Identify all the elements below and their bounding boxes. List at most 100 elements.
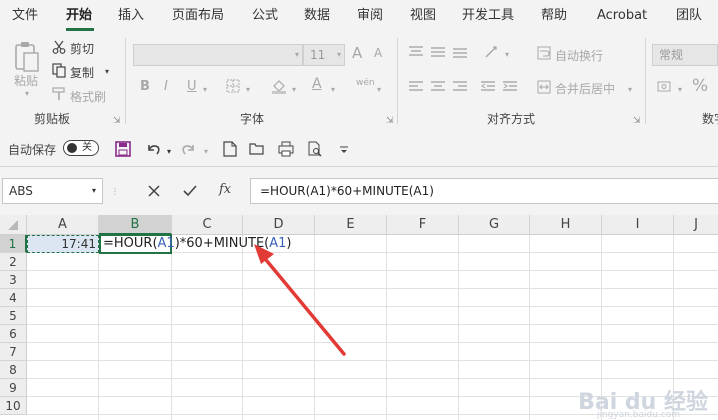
tab-review[interactable]: 审阅 bbox=[357, 0, 383, 32]
accounting-chevron-icon[interactable]: ▾ bbox=[675, 84, 685, 94]
merge-center-icon[interactable] bbox=[536, 79, 552, 95]
italic-button[interactable]: I bbox=[164, 79, 168, 94]
row-header-3[interactable]: 3 bbox=[0, 271, 27, 289]
borders-icon[interactable] bbox=[225, 78, 241, 94]
column-header-i[interactable]: I bbox=[602, 215, 674, 235]
shrink-font-button[interactable]: A bbox=[374, 46, 382, 60]
align-center-icon[interactable] bbox=[430, 79, 446, 95]
customize-qat-icon[interactable] bbox=[337, 143, 351, 157]
clipboard-launcher-icon[interactable]: ⇲ bbox=[113, 116, 121, 126]
column-header-e[interactable]: E bbox=[315, 215, 387, 235]
tab-file[interactable]: 文件 bbox=[12, 0, 38, 32]
pinyin-chevron-icon[interactable]: ▾ bbox=[374, 84, 384, 94]
new-file-icon[interactable] bbox=[222, 140, 238, 158]
cell-a1[interactable]: 17:41 bbox=[27, 235, 99, 253]
group-divider bbox=[125, 38, 126, 124]
row-header-5[interactable]: 5 bbox=[0, 307, 27, 325]
borders-chevron-icon[interactable]: ▾ bbox=[243, 84, 253, 94]
bold-button[interactable]: B bbox=[140, 79, 150, 94]
tab-page-layout[interactable]: 页面布局 bbox=[172, 0, 224, 32]
merge-chevron-icon[interactable]: ▾ bbox=[625, 84, 635, 94]
merge-center-button[interactable]: 合并后居中 bbox=[555, 80, 615, 97]
tab-developer[interactable]: 开发工具 bbox=[462, 0, 514, 32]
cancel-icon[interactable] bbox=[144, 181, 164, 201]
align-bottom-icon[interactable] bbox=[452, 44, 468, 60]
insert-function-button[interactable]: fx bbox=[219, 182, 231, 197]
font-color-chevron-icon[interactable]: ▾ bbox=[328, 84, 338, 94]
underline-chevron-icon[interactable]: ▾ bbox=[200, 84, 210, 94]
row-header-9[interactable]: 9 bbox=[0, 379, 27, 397]
copy-button[interactable]: 复制 bbox=[70, 64, 94, 81]
underline-button[interactable]: U bbox=[187, 79, 197, 94]
copy-icon bbox=[52, 62, 66, 78]
orientation-icon[interactable] bbox=[483, 43, 501, 61]
formula-input[interactable]: =HOUR(A1)*60+MINUTE(A1) bbox=[250, 178, 718, 204]
name-box-chevron-icon[interactable]: ▾ bbox=[89, 185, 99, 195]
orientation-chevron-icon[interactable]: ▾ bbox=[502, 49, 512, 59]
clipboard-group-label: 剪贴板 bbox=[34, 112, 71, 126]
number-format-dropdown[interactable]: 常规 bbox=[652, 44, 718, 66]
row-header-6[interactable]: 6 bbox=[0, 325, 27, 343]
paste-button[interactable]: 粘贴 bbox=[14, 72, 38, 89]
paste-icon[interactable] bbox=[12, 40, 42, 74]
format-painter-button[interactable]: 格式刷 bbox=[70, 88, 106, 105]
tab-help[interactable]: 帮助 bbox=[541, 0, 567, 32]
align-left-icon[interactable] bbox=[408, 79, 424, 95]
fill-color-icon[interactable] bbox=[271, 78, 287, 94]
column-header-g[interactable]: G bbox=[459, 215, 530, 235]
align-middle-icon[interactable] bbox=[430, 44, 446, 60]
chevron-down-icon[interactable]: ▾ bbox=[22, 88, 32, 98]
print-icon[interactable] bbox=[277, 140, 295, 158]
row-header-10[interactable]: 10 bbox=[0, 397, 27, 415]
percent-button[interactable]: % bbox=[692, 76, 708, 96]
tab-team[interactable]: 团队 bbox=[676, 0, 702, 32]
name-box[interactable]: ABS bbox=[2, 178, 103, 204]
column-header-b[interactable]: B bbox=[99, 215, 172, 235]
tab-view[interactable]: 视图 bbox=[410, 0, 436, 32]
column-header-c[interactable]: C bbox=[172, 215, 243, 235]
open-folder-icon[interactable] bbox=[248, 140, 266, 158]
align-top-icon[interactable] bbox=[408, 44, 424, 60]
cut-button[interactable]: 剪切 bbox=[70, 40, 94, 57]
column-header-d[interactable]: D bbox=[243, 215, 315, 235]
pinyin-guide-button[interactable]: wén bbox=[356, 78, 375, 88]
autosave-toggle[interactable]: 关 bbox=[63, 140, 99, 156]
row-header-7[interactable]: 7 bbox=[0, 343, 27, 361]
select-all-corner[interactable] bbox=[0, 215, 27, 235]
tab-acrobat[interactable]: Acrobat bbox=[597, 0, 647, 32]
row-header-1[interactable]: 1 bbox=[0, 235, 27, 253]
tab-formulas[interactable]: 公式 bbox=[252, 0, 278, 32]
copy-dropdown-chevron-icon[interactable]: ▾ bbox=[102, 66, 112, 76]
save-icon[interactable] bbox=[114, 140, 132, 158]
active-tab-indicator bbox=[66, 28, 94, 31]
decrease-indent-icon[interactable] bbox=[480, 79, 496, 95]
undo-icon[interactable] bbox=[144, 140, 162, 158]
align-right-icon[interactable] bbox=[452, 79, 468, 95]
tab-data[interactable]: 数据 bbox=[304, 0, 330, 32]
undo-chevron-icon[interactable]: ▾ bbox=[164, 146, 174, 156]
increase-indent-icon[interactable] bbox=[502, 79, 518, 95]
print-preview-icon[interactable] bbox=[306, 140, 324, 158]
font-color-button[interactable]: A bbox=[312, 76, 322, 92]
grow-font-button[interactable]: A bbox=[352, 44, 362, 62]
row-header-8[interactable]: 8 bbox=[0, 361, 27, 379]
redo-chevron-icon[interactable]: ▾ bbox=[201, 146, 211, 156]
column-header-f[interactable]: F bbox=[387, 215, 459, 235]
wrap-text-button[interactable]: 自动换行 bbox=[555, 47, 603, 64]
column-header-h[interactable]: H bbox=[530, 215, 602, 235]
font-launcher-icon[interactable]: ⇲ bbox=[386, 116, 394, 126]
alignment-launcher-icon[interactable]: ⇲ bbox=[633, 116, 641, 126]
font-name-dropdown[interactable] bbox=[133, 44, 303, 66]
wrap-text-icon[interactable] bbox=[536, 45, 552, 61]
tab-insert[interactable]: 插入 bbox=[118, 0, 144, 32]
column-header-a[interactable]: A bbox=[27, 215, 99, 235]
accounting-format-icon[interactable] bbox=[656, 78, 674, 96]
fill-color-chevron-icon[interactable]: ▾ bbox=[289, 84, 299, 94]
enter-check-icon[interactable] bbox=[180, 181, 200, 201]
row-header-2[interactable]: 2 bbox=[0, 253, 27, 271]
font-size-chevron-icon[interactable]: ▾ bbox=[334, 49, 344, 59]
redo-icon[interactable] bbox=[180, 140, 198, 158]
row-header-4[interactable]: 4 bbox=[0, 289, 27, 307]
column-header-j[interactable]: J bbox=[674, 215, 718, 235]
font-name-chevron-icon[interactable]: ▾ bbox=[292, 49, 302, 59]
